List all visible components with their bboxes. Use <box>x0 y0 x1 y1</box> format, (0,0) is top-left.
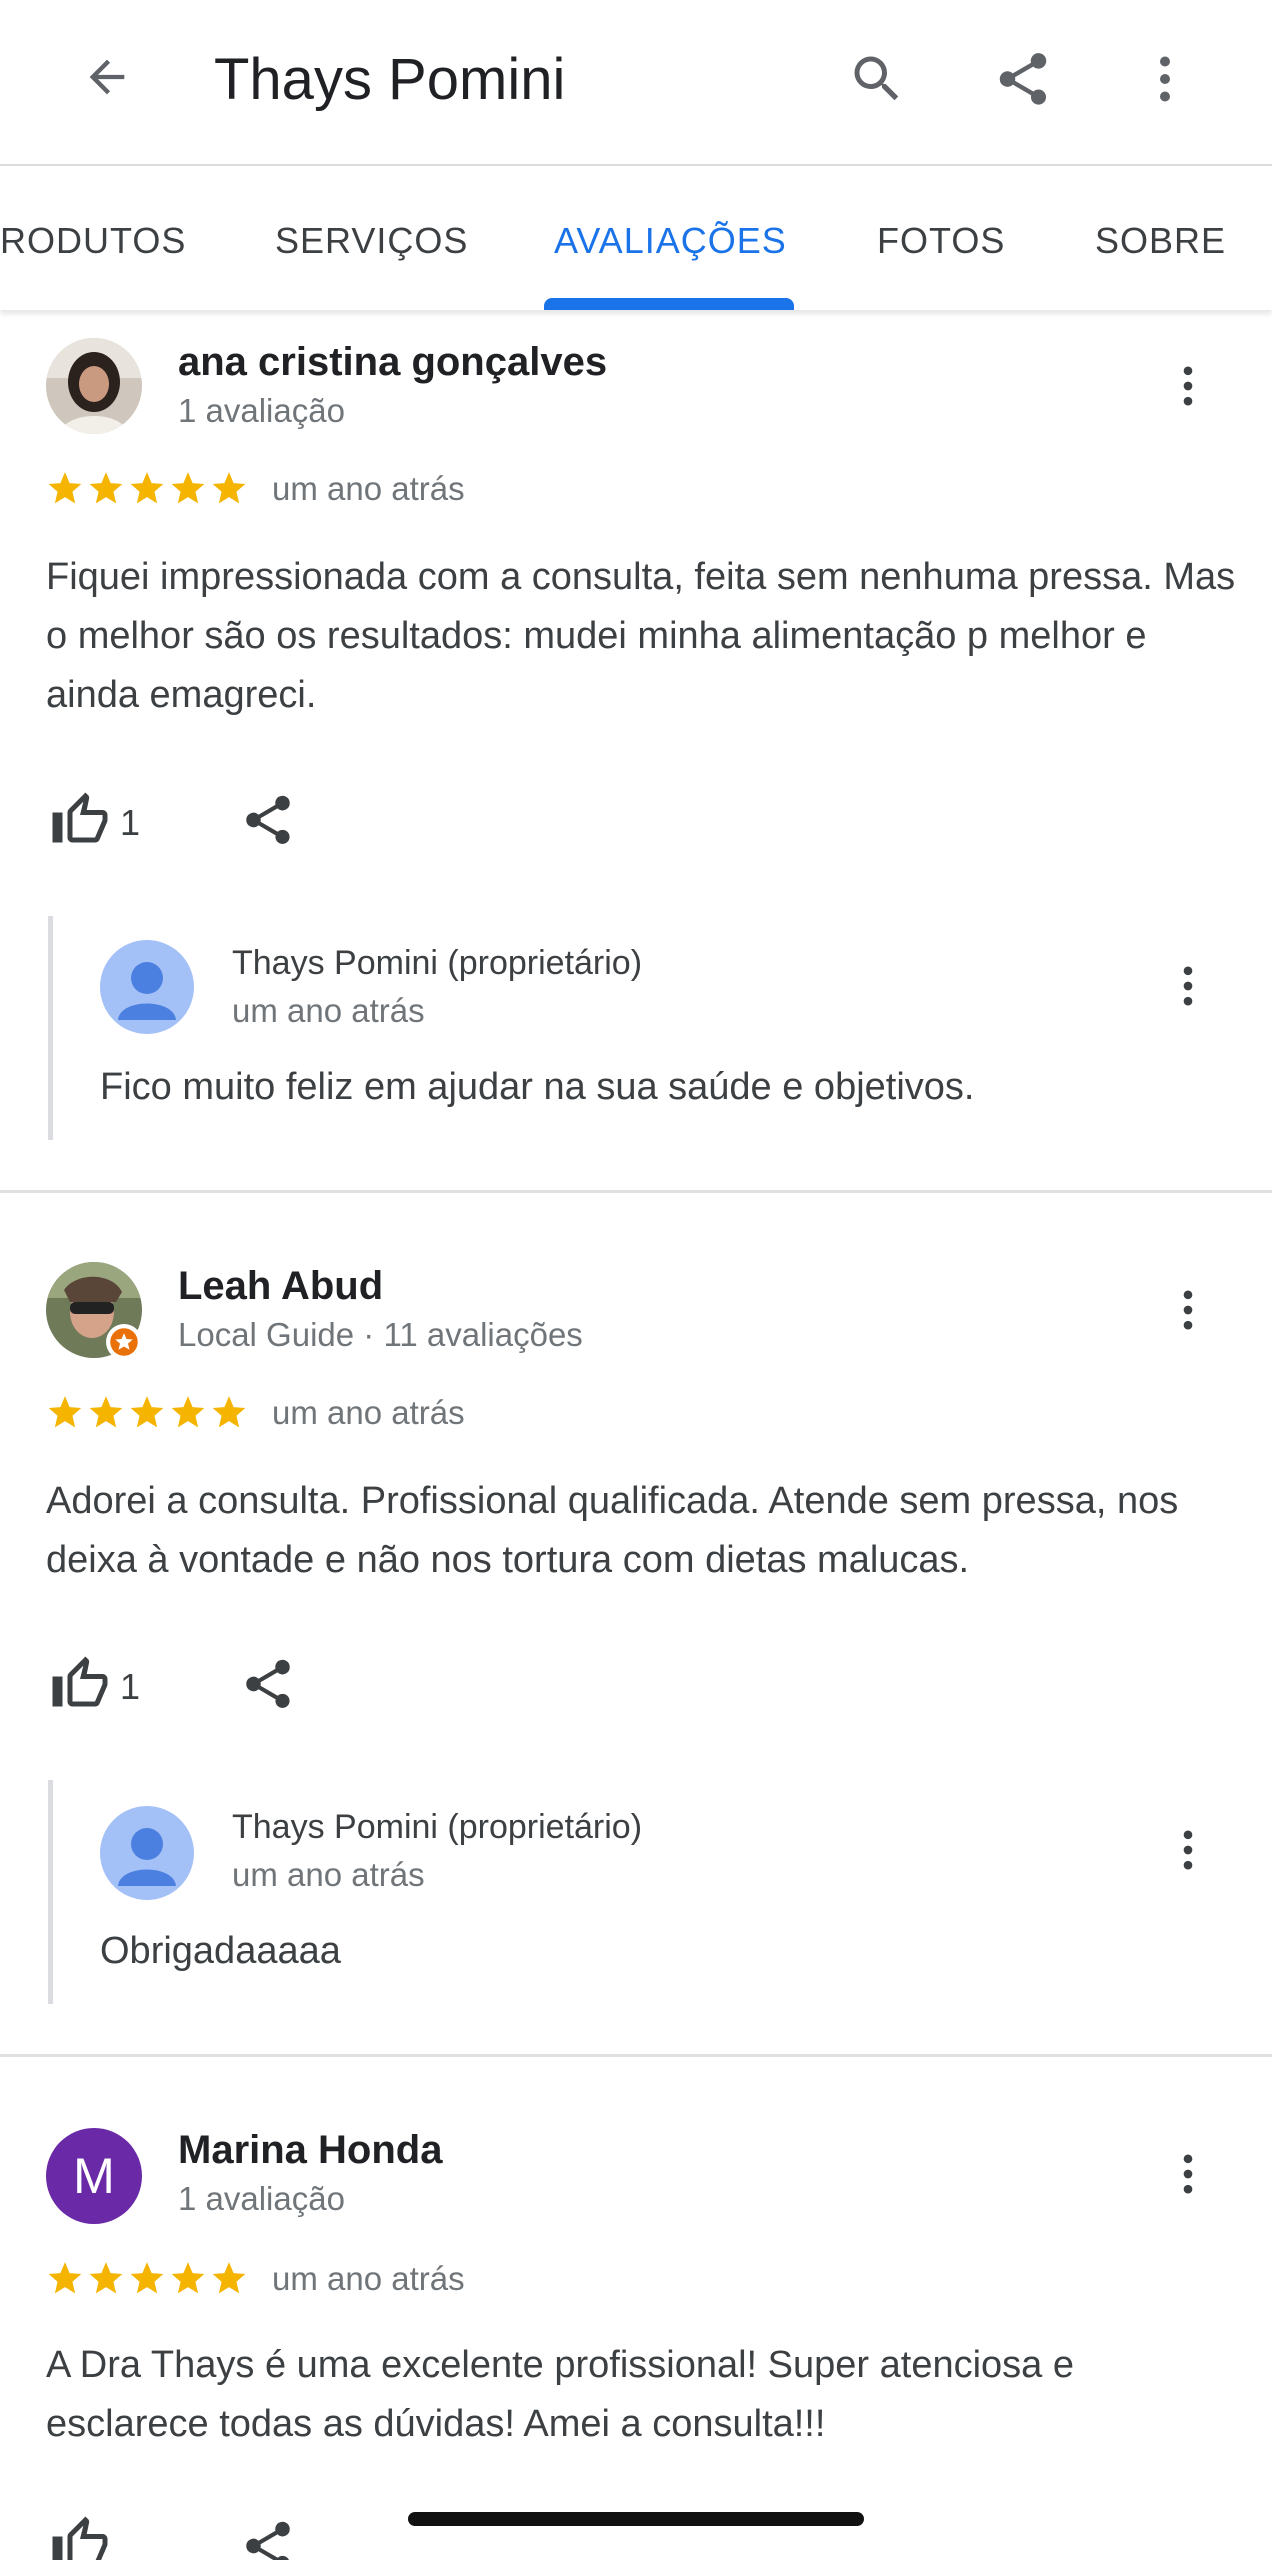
reviewer-name[interactable]: Leah Abud <box>178 1264 383 1309</box>
review-date: um ano atrás <box>272 1394 465 1431</box>
star-icon <box>212 472 246 504</box>
search-icon[interactable] <box>842 44 912 114</box>
share-icon[interactable] <box>234 786 302 854</box>
star-rating <box>46 2256 251 2300</box>
more-vert-icon[interactable] <box>1158 348 1218 424</box>
tab-avaliacoes[interactable]: AVALIAÇÕES <box>554 220 787 262</box>
avatar[interactable] <box>46 338 142 434</box>
owner-avatar <box>100 940 194 1034</box>
owner-name: Thays Pomini (proprietário) <box>232 944 643 982</box>
thumb-up-icon[interactable] <box>46 786 114 854</box>
tab-fotos[interactable]: FOTOS <box>877 220 1005 262</box>
divider <box>0 1190 1272 1193</box>
thumb-up-icon[interactable] <box>46 2510 114 2560</box>
review-date: um ano atrás <box>272 470 465 507</box>
page-title: Thays Pomini <box>214 47 566 112</box>
owner-reply-text: Fico muito feliz em ajudar na sua saúde … <box>100 1066 975 1108</box>
star-icon <box>48 1396 82 1428</box>
tab-produtos[interactable]: RODUTOS <box>0 220 186 262</box>
more-vert-icon[interactable] <box>1158 1272 1218 1348</box>
home-indicator[interactable] <box>408 2512 864 2526</box>
reply-divider <box>48 916 53 1140</box>
star-icon <box>171 472 205 504</box>
thumb-up-icon[interactable] <box>46 1650 114 1718</box>
star-icon <box>130 1396 164 1428</box>
more-vert-icon[interactable] <box>1158 1812 1218 1888</box>
local-guide-badge-icon <box>106 1324 142 1360</box>
owner-reply-date: um ano atrás <box>232 1856 425 1893</box>
more-vert-icon[interactable] <box>1158 948 1218 1024</box>
app-bar: Thays Pomini <box>0 0 1272 166</box>
reply-divider <box>48 1780 53 2004</box>
reviewer-meta: 1 avaliação <box>178 2180 345 2217</box>
reviewer-name[interactable]: ana cristina gonçalves <box>178 340 607 385</box>
tab-bar: RODUTOS SERVIÇOS AVALIAÇÕES FOTOS SOBRE <box>0 168 1272 310</box>
more-vert-icon[interactable] <box>1158 2136 1218 2212</box>
star-icon <box>89 1396 123 1428</box>
active-tab-indicator <box>544 298 794 310</box>
owner-name: Thays Pomini (proprietário) <box>232 1808 643 1846</box>
owner-reply-date: um ano atrás <box>232 992 425 1029</box>
star-icon <box>48 472 82 504</box>
more-vert-icon[interactable] <box>1130 44 1200 114</box>
avatar[interactable]: M <box>46 2128 142 2224</box>
star-icon <box>171 2262 205 2294</box>
review-date: um ano atrás <box>272 2260 465 2297</box>
star-rating <box>46 466 251 510</box>
star-icon <box>89 2262 123 2294</box>
owner-avatar <box>100 1806 194 1900</box>
star-icon <box>171 1396 205 1428</box>
star-icon <box>130 2262 164 2294</box>
share-icon[interactable] <box>234 2512 302 2560</box>
star-icon <box>48 2262 82 2294</box>
star-rating <box>46 1390 251 1434</box>
star-icon <box>89 472 123 504</box>
star-icon <box>212 1396 246 1428</box>
tab-sobre[interactable]: SOBRE <box>1095 220 1226 262</box>
reviewer-name[interactable]: Marina Honda <box>178 2128 442 2173</box>
owner-reply-text: Obrigadaaaaa <box>100 1930 341 1972</box>
reviewer-meta: Local Guide · 11 avaliações <box>178 1316 583 1353</box>
star-icon <box>212 2262 246 2294</box>
divider <box>0 2054 1272 2057</box>
share-icon[interactable] <box>988 44 1058 114</box>
like-count: 1 <box>120 1666 141 1707</box>
share-icon[interactable] <box>234 1650 302 1718</box>
back-arrow-icon[interactable] <box>74 44 140 110</box>
tab-servicos[interactable]: SERVIÇOS <box>275 220 468 262</box>
review-text: Fiquei impressionada com a consulta, fei… <box>46 556 1236 716</box>
review-text: Adorei a consulta. Profissional qualific… <box>46 1480 1179 1581</box>
star-icon <box>130 472 164 504</box>
like-count: 1 <box>120 802 141 843</box>
reviewer-meta: 1 avaliação <box>178 392 345 429</box>
review-text: A Dra Thays é uma excelente profissional… <box>46 2344 1074 2445</box>
